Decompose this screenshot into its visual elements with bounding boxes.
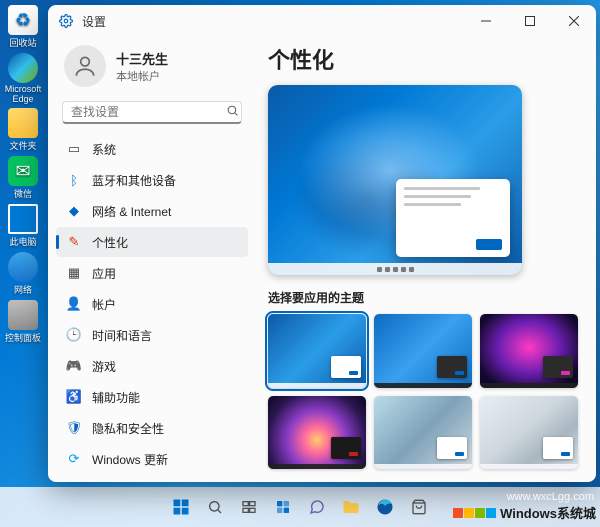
desktop-icon-pc[interactable]: 此电脑 [4,204,42,248]
page-title: 个性化 [268,43,578,75]
theme-tile-t5[interactable] [374,396,472,470]
sidebar-item-update[interactable]: ⟳ Windows 更新 [56,444,248,474]
sidebar-item-time[interactable]: 🕒 时间和语言 [56,320,248,350]
theme-tile-t4[interactable] [268,396,366,470]
desktop-icon-edge[interactable]: Microsoft Edge [4,53,42,104]
sidebar-item-gaming[interactable]: 🎮 游戏 [56,351,248,381]
themes-section-label: 选择要应用的主题 [268,289,578,306]
file-explorer-icon[interactable] [337,493,365,521]
account-type: 本地帐户 [116,68,168,84]
pc-icon [8,204,38,234]
desktop-icons: ♻回收站 Microsoft Edge 文件夹 ✉微信此电脑网络控制面板 [4,5,42,344]
desktop-icon-folder[interactable]: 文件夹 [4,108,42,152]
sidebar-item-label: Windows 更新 [92,451,168,468]
watermark: Windows系统城 [449,501,600,524]
account-name: 十三先生 [116,49,168,68]
search-icon [226,104,239,120]
desktop-icon-wechat[interactable]: ✉微信 [4,156,42,200]
theme-tile-t2[interactable] [374,314,472,388]
theme-tile-t3[interactable] [480,314,578,388]
minimize-button[interactable] [464,5,508,37]
sidebar-item-accounts[interactable]: 👤 帐户 [56,289,248,319]
sidebar-item-apps[interactable]: ▦ 应用 [56,258,248,288]
account-block[interactable]: 十三先生 本地帐户 [56,41,248,97]
sidebar-item-label: 隐私和安全性 [92,420,164,437]
bluetooth-icon: ᛒ [66,172,82,188]
ctrl-icon [8,300,38,330]
store-icon[interactable] [405,493,433,521]
window-title: 设置 [82,13,106,30]
folder-icon [8,108,38,138]
sidebar-item-label: 网络 & Internet [92,203,171,220]
time-icon: 🕒 [66,327,82,343]
maximize-button[interactable] [508,5,552,37]
sidebar-item-privacy[interactable]: 🛡 隐私和安全性 [56,413,248,443]
net-icon [8,252,38,282]
content-area: 个性化 选择要应用的主题 [256,37,596,482]
theme-tile-t1[interactable] [268,314,366,388]
sidebar-item-label: 游戏 [92,358,116,375]
update-icon: ⟳ [66,451,82,467]
search-box[interactable] [62,101,242,124]
theme-preview[interactable] [268,85,522,275]
search-input[interactable] [71,105,226,119]
watermark-logo-icon [453,508,496,518]
widgets-icon[interactable] [269,493,297,521]
sidebar-item-system[interactable]: ▭ 系统 [56,134,248,164]
theme-grid [268,314,578,469]
avatar [64,45,106,87]
settings-app-icon [58,13,74,29]
sidebar-item-label: 系统 [92,141,116,158]
sidebar-item-personalization[interactable]: ✎ 个性化 [56,227,248,257]
close-button[interactable] [552,5,596,37]
sidebar-item-accessibility[interactable]: ♿ 辅助功能 [56,382,248,412]
sidebar-item-label: 辅助功能 [92,389,140,406]
task-view-icon[interactable] [235,493,263,521]
chat-icon[interactable] [303,493,331,521]
edge-icon [8,53,38,83]
desktop-icon-ctrl[interactable]: 控制面板 [4,300,42,344]
desktop-icon-net[interactable]: 网络 [4,252,42,296]
start-button[interactable] [167,493,195,521]
privacy-icon: 🛡 [66,420,82,436]
sidebar-item-label: 帐户 [92,296,116,313]
sidebar-item-bluetooth[interactable]: ᛒ 蓝牙和其他设备 [56,165,248,195]
gaming-icon: 🎮 [66,358,82,374]
theme-tile-t6[interactable] [480,396,578,470]
wechat-icon: ✉ [8,156,38,186]
preview-mini-window [396,179,510,257]
sidebar-item-label: 蓝牙和其他设备 [92,172,176,189]
system-icon: ▭ [66,141,82,157]
accessibility-icon: ♿ [66,389,82,405]
accounts-icon: 👤 [66,296,82,312]
sidebar: 十三先生 本地帐户 ▭ 系统 ᛒ 蓝牙和其他设备 ◆ 网络 & Internet ✎ 个性化 ▦… [48,37,256,482]
network-icon: ◆ [66,203,82,219]
titlebar: 设置 [48,5,596,37]
sidebar-item-label: 个性化 [92,234,128,251]
settings-window: 设置 十三先生 本地帐户 ▭系统ᛒ蓝牙和其他设备◆网络 & [48,5,596,482]
sidebar-nav: ▭ 系统 ᛒ 蓝牙和其他设备 ◆ 网络 & Internet ✎ 个性化 ▦ 应用 👤 帐户 🕒 时间和语… [56,134,248,474]
sidebar-item-label: 应用 [92,265,116,282]
recycle-icon: ♻ [8,5,38,35]
sidebar-item-label: 时间和语言 [92,327,152,344]
sidebar-item-network[interactable]: ◆ 网络 & Internet [56,196,248,226]
personalization-icon: ✎ [66,234,82,250]
taskbar-search-icon[interactable] [201,493,229,521]
desktop-icon-recycle[interactable]: ♻回收站 [4,5,42,49]
edge-taskbar-icon[interactable] [371,493,399,521]
preview-taskbar [268,263,522,275]
apps-icon: ▦ [66,265,82,281]
